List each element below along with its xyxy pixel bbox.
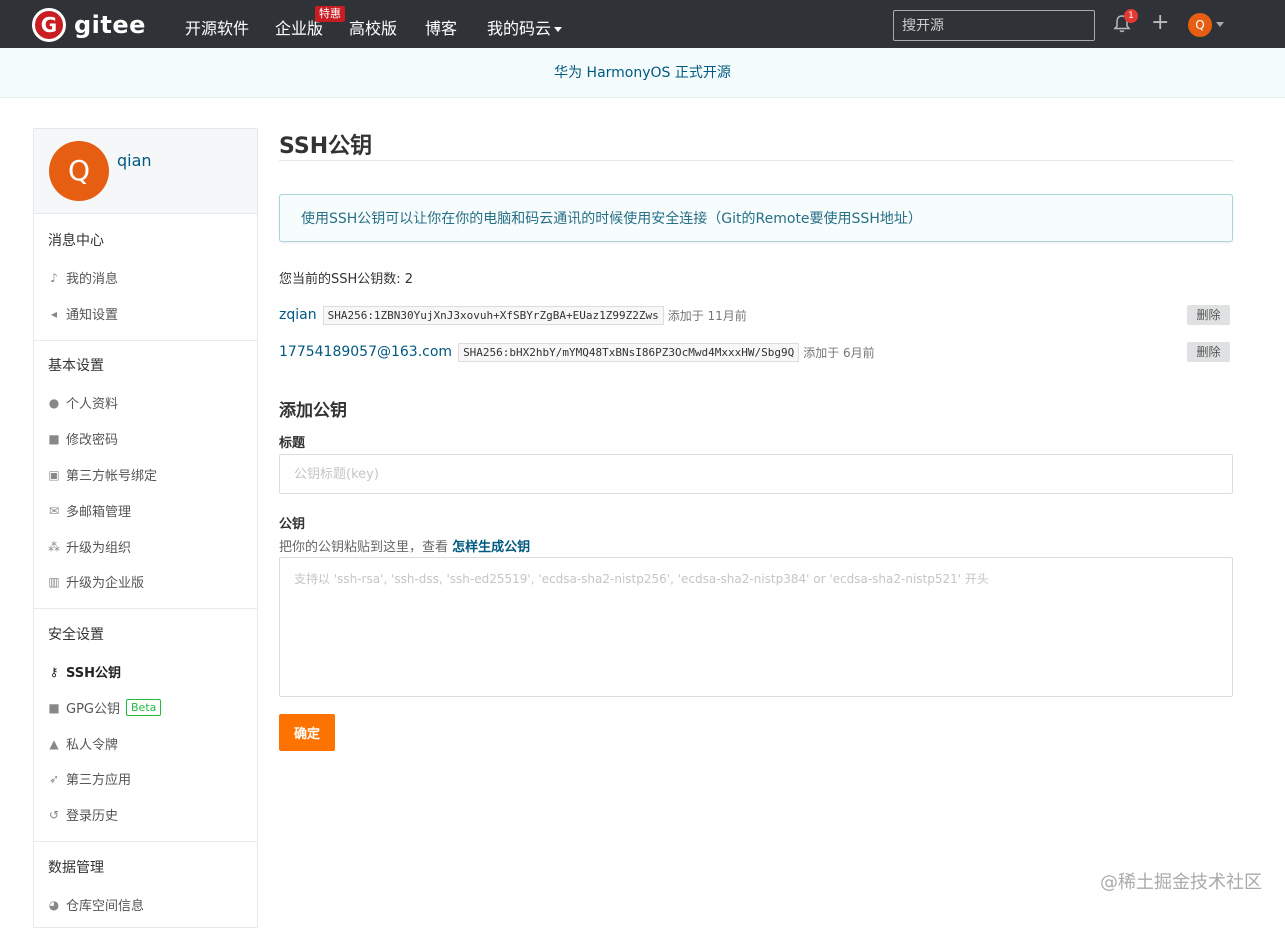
confirm-button[interactable]: 确定 [279,714,335,751]
key-title-input[interactable] [279,454,1233,494]
divider [34,608,257,609]
ssh-key-fingerprint: SHA256:1ZBN30YujXnJ3xovuh+XfSBYrZgBA+EUa… [322,305,664,325]
user-icon: ● [48,395,60,410]
search-input[interactable] [893,10,1095,41]
sidebar-item-label: 第三方帐号绑定 [66,469,158,484]
id-card-icon: ▣ [48,467,60,482]
sidebar-item-repo-space[interactable]: ◕ 仓库空间信息 [48,895,145,915]
info-message: 使用SSH公钥可以让你在你的电脑和码云通讯的时候使用安全连接（Git的Remot… [279,194,1233,242]
top-navbar: G gitee 开源软件 企业版 特惠 高校版 博客 我的码云 1 + Q [0,0,1285,48]
sidebar-item-email-management[interactable]: ✉ 多邮箱管理 [48,501,132,521]
sidebar-item-label: 第三方应用 [66,773,132,788]
hint-text: 把你的公钥粘贴到这里，查看 [279,540,449,555]
ssh-key-fingerprint: SHA256:bHX2hbY/mYMQ48TxBNsI86PZ3OcMwd4Mx… [458,342,800,362]
nav-open-source[interactable]: 开源软件 [185,15,249,39]
sidebar-item-my-messages[interactable]: ♪ 我的消息 [48,268,119,288]
chevron-down-icon[interactable] [1216,22,1224,27]
sidebar-item-change-password[interactable]: ■ 修改密码 [48,429,119,449]
history-icon: ↺ [48,807,60,822]
sidebar-item-label: 多邮箱管理 [66,505,132,520]
settings-sidebar: Q qian 消息中心 ♪ 我的消息 ◂ 通知设置 基本设置 ● 个人资料 ■ 修改密码… [33,128,258,928]
sidebar-item-label: 个人资料 [66,397,119,412]
delete-key-button[interactable]: 删除 [1187,342,1230,362]
ssh-key-row: zqian SHA256:1ZBN30YujXnJ3xovuh+XfSBYrZg… [279,304,747,326]
beta-badge: Beta [126,699,162,716]
divider [279,160,1233,161]
sidebar-item-upgrade-enterprise[interactable]: ▥ 升级为企业版 [48,572,145,592]
announcement-banner[interactable]: 华为 HarmonyOS 正式开源 [0,48,1285,98]
ssh-key-name[interactable]: zqian [279,307,317,323]
gitee-logo[interactable]: G gitee [32,8,146,42]
nav-my-gitee-label: 我的码云 [487,19,552,38]
watermark: @稀土掘金技术社区 [1100,872,1262,893]
sidebar-item-label: 登录历史 [66,809,119,824]
ssh-key-count: 您当前的SSH公钥数: 2 [279,272,414,287]
public-key-textarea[interactable] [279,557,1233,697]
section-title-data: 数据管理 [48,860,104,876]
ssh-key-added-time: 添加于 11月前 [667,308,747,323]
key-hint: 把你的公钥粘贴到这里，查看 怎样生成公钥 [279,536,530,555]
plus-icon[interactable]: + [1151,12,1169,34]
avatar[interactable]: Q [49,141,109,201]
sidebar-item-third-party-binding[interactable]: ▣ 第三方帐号绑定 [48,465,158,485]
sidebar-item-label: 修改密码 [66,433,119,448]
sidebar-item-label: 仓库空间信息 [66,899,145,914]
sidebar-item-private-tokens[interactable]: ▲ 私人令牌 [48,734,119,754]
logo-text: gitee [74,11,146,39]
sidebar-item-label: SSH公钥 [66,666,122,681]
sidebar-item-label: 升级为组织 [66,541,132,556]
spy-icon: ▲ [49,736,59,751]
pie-chart-icon: ◕ [48,897,60,912]
sidebar-item-label: 通知设置 [66,308,119,323]
rocket-icon: ➶ [48,771,60,786]
sidebar-item-third-party-apps[interactable]: ➶ 第三方应用 [48,769,132,789]
sidebar-item-label: 我的消息 [66,272,119,287]
users-icon: ⁂ [48,539,60,554]
mail-icon: ✉ [48,503,60,518]
banner-text[interactable]: 华为 HarmonyOS 正式开源 [554,65,731,81]
profile-username[interactable]: qian [117,151,152,170]
divider [34,340,257,341]
page-title: SSH公钥 [279,134,373,159]
building-icon: ▥ [48,574,60,589]
nav-my-gitee[interactable]: 我的码云 [487,15,563,39]
title-field-label: 标题 [279,436,306,451]
sidebar-item-notify-settings[interactable]: ◂ 通知设置 [48,304,119,324]
sidebar-item-profile[interactable]: ● 个人资料 [48,393,119,413]
divider [34,841,257,842]
sidebar-item-label: 私人令牌 [66,738,119,753]
section-title-messages: 消息中心 [48,233,104,249]
lock-icon: ■ [48,700,60,715]
bell-icon: ♪ [50,270,58,285]
sidebar-item-label: GPG公钥 [66,702,120,717]
nav-university[interactable]: 高校版 [349,15,397,39]
section-title-security: 安全设置 [48,627,104,643]
add-key-heading: 添加公钥 [279,401,347,421]
delete-key-button[interactable]: 删除 [1187,305,1230,325]
user-avatar[interactable]: Q [1188,13,1212,37]
nav-blog[interactable]: 博客 [425,15,457,39]
how-to-generate-key-link[interactable]: 怎样生成公钥 [452,540,530,555]
profile-card: Q qian [34,129,257,214]
ssh-key-name[interactable]: 17754189057@163.com [279,344,452,360]
ssh-key-row: 17754189057@163.com SHA256:bHX2hbY/mYMQ4… [279,341,875,363]
discount-badge: 特惠 [315,6,345,22]
chevron-down-icon [554,27,563,32]
unlock-icon: ■ [48,431,60,446]
volume-icon: ◂ [50,306,58,321]
key-field-label: 公钥 [279,517,306,532]
gitee-logo-icon: G [32,8,66,42]
sidebar-item-upgrade-org[interactable]: ⁂ 升级为组织 [48,537,132,557]
ssh-key-added-time: 添加于 6月前 [803,345,875,360]
sidebar-item-login-history[interactable]: ↺ 登录历史 [48,805,119,825]
sidebar-item-ssh-keys[interactable]: ⚷ SSH公钥 [48,662,122,682]
key-icon: ⚷ [49,664,59,679]
notification-count-badge: 1 [1124,9,1138,23]
sidebar-item-gpg-keys[interactable]: ■ GPG公钥 Beta [48,698,162,717]
sidebar-item-label: 升级为企业版 [66,576,145,591]
section-title-basic: 基本设置 [48,358,104,374]
